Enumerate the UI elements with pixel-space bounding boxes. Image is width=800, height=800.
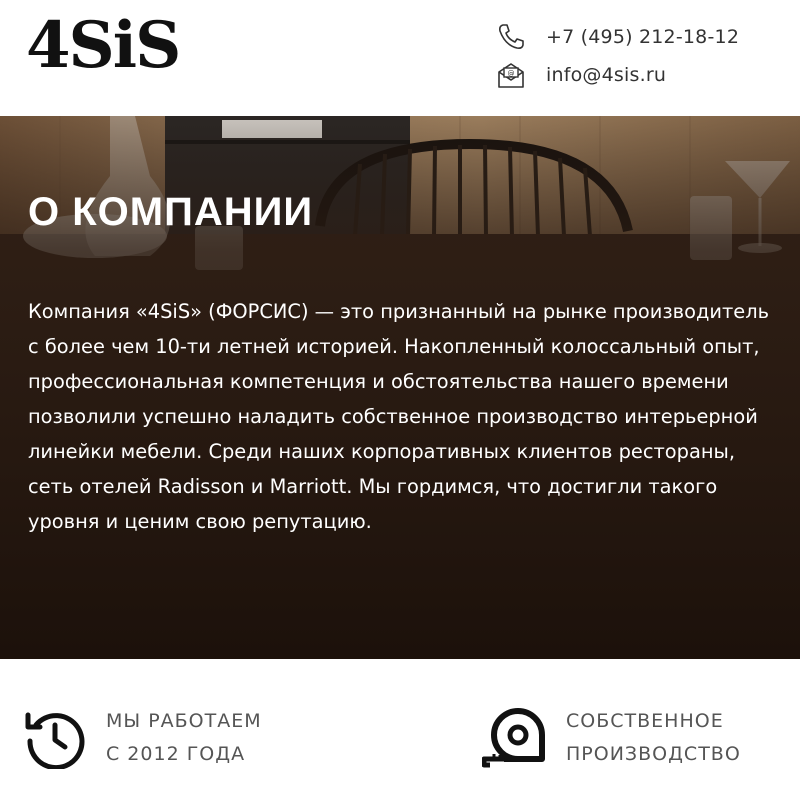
features-row: МЫ РАБОТАЕМ С 2012 ГОДА СОБСТВЕННОЕ ПРОИ… <box>0 659 800 800</box>
feature-line-2: С 2012 ГОДА <box>106 743 246 765</box>
feature-own-production: СОБСТВЕННОЕ ПРОИЗВОДСТВО <box>482 705 741 771</box>
mail-icon: @ <box>498 63 524 88</box>
feature-line-1: МЫ РАБОТАЕМ <box>106 710 262 732</box>
phone-contact[interactable]: +7 (495) 212-18-12 <box>496 22 739 52</box>
page-title: О КОМПАНИИ <box>28 190 314 234</box>
email-contact[interactable]: @ info@4sis.ru <box>496 60 666 90</box>
phone-number[interactable]: +7 (495) 212-18-12 <box>546 26 739 48</box>
svg-text:@: @ <box>508 70 515 78</box>
feature-line-1: СОБСТВЕННОЕ <box>566 710 724 732</box>
feature-since-2012: МЫ РАБОТАЕМ С 2012 ГОДА <box>22 705 262 771</box>
about-hero: О КОМПАНИИ Компания «4SiS» (ФОРСИС) — эт… <box>0 116 800 659</box>
email-address[interactable]: info@4sis.ru <box>546 64 666 86</box>
about-description: Компания «4SiS» (ФОРСИС) — это признанны… <box>28 300 770 533</box>
logo[interactable]: 4SiS <box>26 14 181 78</box>
site-header: 4SiS +7 (495) 212-18-12 @ info@4sis.ru <box>0 0 800 116</box>
tape-measure-icon <box>482 708 545 768</box>
history-clock-icon <box>25 712 85 769</box>
phone-icon <box>499 24 524 49</box>
feature-line-2: ПРОИЗВОДСТВО <box>566 743 741 765</box>
